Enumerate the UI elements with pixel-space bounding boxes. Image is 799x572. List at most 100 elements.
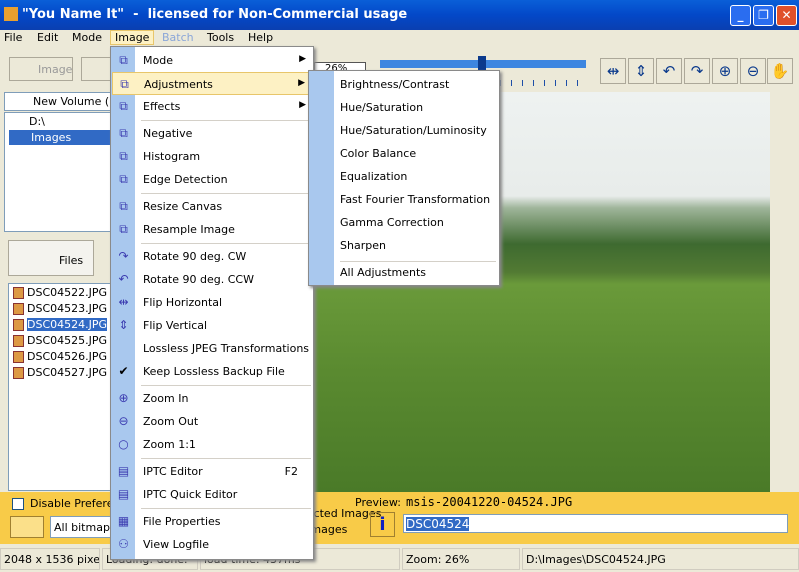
menu-item-keep-lossless-backup-file[interactable]: ✔ Keep Lossless Backup File (112, 360, 312, 383)
maximize-button[interactable]: ❐ (753, 5, 774, 26)
menu-item-iptc-quick-editor[interactable]: ▤ IPTC Quick Editor (112, 483, 312, 506)
menu-shortcut: F2 (284, 465, 298, 478)
tree-item-images[interactable]: Images (9, 130, 113, 145)
submenu-item-hue-saturation-luminosity[interactable]: Hue/Saturation/Luminosity (340, 124, 487, 137)
status-zoom: Zoom: 26% (402, 548, 520, 570)
menu-item-icon: ⚇ (118, 537, 129, 551)
submenu-item-gamma-correction[interactable]: Gamma Correction (340, 216, 444, 229)
menu-item-icon: ⧉ (119, 149, 128, 163)
menu-item-rotate-90-deg-cw[interactable]: ↷ Rotate 90 deg. CW (112, 245, 312, 268)
zoom-in-icon[interactable]: ⊕ (712, 58, 738, 84)
zoom-out-icon[interactable]: ⊖ (740, 58, 766, 84)
rotate-cw-icon[interactable]: ↷ (684, 58, 710, 84)
menu-batch[interactable]: Batch (162, 31, 194, 44)
menu-item-icon: ▤ (117, 464, 130, 478)
menu-item-histogram[interactable]: ⧉ Histogram (112, 145, 312, 168)
menu-item-iptc-editor[interactable]: ▤ IPTC Editor F2 (112, 460, 312, 483)
slider-ticks (500, 80, 588, 86)
menu-item-zoom-out[interactable]: ⊖ Zoom Out (112, 410, 312, 433)
tree-item-d[interactable]: D:\ (9, 114, 45, 129)
menu-item-label: Zoom Out (143, 415, 199, 428)
menu-item-rotate-90-deg-ccw[interactable]: ↶ Rotate 90 deg. CCW (112, 268, 312, 291)
submenu-item-all-adjustments[interactable]: All Adjustments (340, 266, 426, 279)
preview-margin (770, 92, 799, 492)
hand-icon[interactable]: ✋ (767, 58, 793, 84)
menu-file[interactable]: File (4, 31, 22, 44)
disable-prefs-checkbox[interactable] (12, 498, 24, 510)
status-dimensions: 2048 x 1536 pixels (0, 548, 100, 570)
menu-item-adjustments[interactable]: ⧉ Adjustments ▶ (112, 72, 312, 95)
menu-item-flip-vertical[interactable]: ⇕ Flip Vertical (112, 314, 312, 337)
menu-item-resize-canvas[interactable]: ⧉ Resize Canvas (112, 195, 312, 218)
file-item[interactable]: DSC04526.JPG (13, 349, 107, 364)
menu-separator (141, 243, 311, 244)
image-button[interactable]: Image (9, 57, 73, 81)
thumbnail-button[interactable] (81, 57, 111, 81)
close-button[interactable]: ✕ (776, 5, 797, 26)
menu-separator (141, 193, 311, 194)
image-button-label: Image (38, 63, 73, 76)
submenu-item-hue-saturation[interactable]: Hue/Saturation (340, 101, 423, 114)
submenu-item-brightness-contrast[interactable]: Brightness/Contrast (340, 78, 449, 91)
menu-item-zoom-1-1[interactable]: ○ Zoom 1:1 (112, 433, 312, 456)
flip-vertical-icon[interactable]: ⇕ (628, 58, 654, 84)
view-mode-button[interactable] (10, 516, 44, 538)
menu-item-lossless-jpeg-transformations[interactable]: Lossless JPEG Transformations (112, 337, 312, 360)
info-icon[interactable]: i (370, 512, 395, 537)
menu-image[interactable]: Image (110, 30, 155, 45)
menu-item-label: View Logfile (143, 538, 209, 551)
menu-item-zoom-in[interactable]: ⊕ Zoom In (112, 387, 312, 410)
menu-item-label: Keep Lossless Backup File (143, 365, 285, 378)
preview-label: Preview: (355, 496, 401, 509)
checkmark-icon: ✔ (118, 364, 129, 378)
menu-item-label: Negative (143, 127, 193, 140)
menu-mode[interactable]: Mode (72, 31, 102, 44)
drive-select[interactable]: New Volume (D:) (4, 92, 112, 111)
submenu-item-color-balance[interactable]: Color Balance (340, 147, 416, 160)
file-item[interactable]: DSC04523.JPG (13, 301, 107, 316)
menu-item-icon: ⧉ (119, 53, 128, 67)
menu-item-icon: ⇕ (118, 318, 129, 332)
menu-item-label: File Properties (143, 515, 221, 528)
submenu-item-equalization[interactable]: Equalization (340, 170, 407, 183)
submenu-arrow-icon: ▶ (299, 54, 306, 64)
menu-item-negative[interactable]: ⧉ Negative (112, 122, 312, 145)
rotate-ccw-icon[interactable]: ↶ (656, 58, 682, 84)
menu-item-icon: ⧉ (119, 199, 128, 213)
files-tab-label: Files (59, 254, 84, 267)
menu-separator (340, 261, 496, 262)
submenu-arrow-icon: ▶ (298, 78, 305, 88)
menu-item-resample-image[interactable]: ⧉ Resample Image (112, 218, 312, 241)
menu-item-flip-horizontal[interactable]: ⇹ Flip Horizontal (112, 291, 312, 314)
menu-item-effects[interactable]: ⧉ Effects ▶ (112, 95, 312, 118)
submenu-item-fast-fourier-transformation[interactable]: Fast Fourier Transformation (340, 193, 490, 206)
menu-item-icon: ⧉ (119, 126, 128, 140)
menu-item-label: Flip Horizontal (143, 296, 223, 309)
menu-item-label: IPTC Quick Editor (143, 488, 238, 501)
file-item[interactable]: DSC04525.JPG (13, 333, 107, 348)
folder-tree: D:\ Images (4, 112, 113, 232)
minimize-button[interactable]: _ (730, 5, 751, 26)
file-item[interactable]: DSC04522.JPG (13, 285, 107, 300)
menu-item-label: Resize Canvas (143, 200, 223, 213)
menu-tools[interactable]: Tools (207, 31, 234, 44)
submenu-item-sharpen[interactable]: Sharpen (340, 239, 386, 252)
file-item-selected[interactable]: DSC04524.JPG (13, 317, 108, 332)
name-field[interactable]: DSC04524 (403, 514, 788, 533)
title-bar: "You Name It" - licensed for Non-Commerc… (0, 0, 799, 30)
menu-item-view-logfile[interactable]: ⚇ View Logfile (112, 533, 312, 556)
file-item[interactable]: DSC04527.JPG (13, 365, 107, 380)
menu-item-label: Edge Detection (143, 173, 228, 186)
menu-item-mode[interactable]: ⧉ Mode ▶ (112, 49, 312, 72)
menu-edit[interactable]: Edit (37, 31, 58, 44)
menu-help[interactable]: Help (248, 31, 273, 44)
menu-item-icon: ⊕ (118, 391, 129, 405)
menu-item-edge-detection[interactable]: ⧉ Edge Detection (112, 168, 312, 191)
image-menu: ⧉ Mode ▶ ⧉ Adjustments ▶ ⧉ Effects ▶ ⧉ Negative ⧉ Hi… (110, 46, 314, 560)
menu-item-label: Resample Image (143, 223, 235, 236)
menu-item-label: Histogram (143, 150, 201, 163)
files-tab[interactable]: Files (8, 240, 94, 276)
menu-item-icon: ↷ (118, 249, 129, 263)
flip-horizontal-icon[interactable]: ⇹ (600, 58, 626, 84)
menu-item-file-properties[interactable]: ▦ File Properties (112, 510, 312, 533)
